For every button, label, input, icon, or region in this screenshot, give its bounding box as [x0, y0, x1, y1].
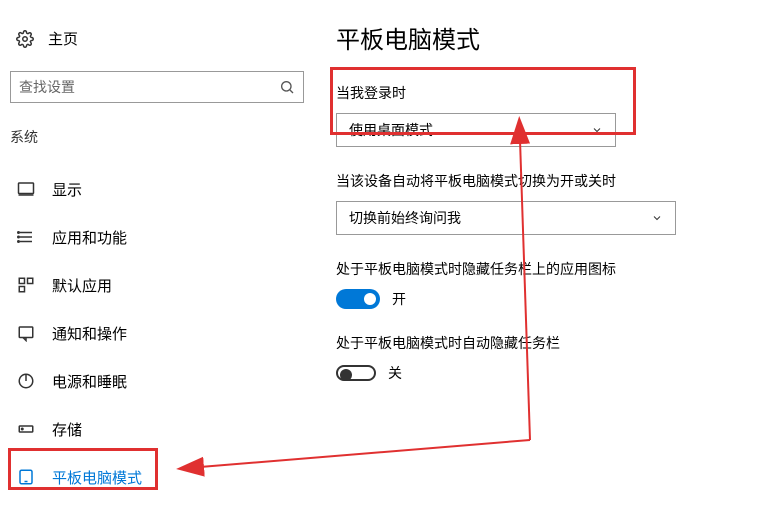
power-icon — [16, 371, 36, 391]
notification-icon — [16, 323, 36, 343]
nav-list: 显示 应用和功能 默认应用 通知和操作 电源和睡眠 — [10, 165, 310, 501]
chevron-down-icon — [651, 212, 663, 224]
tablet-icon — [16, 467, 36, 487]
nav-notifications[interactable]: 通知和操作 — [10, 309, 310, 357]
nav-storage[interactable]: 存储 — [10, 405, 310, 453]
search-field[interactable] — [19, 79, 279, 95]
setting3-label: 处于平板电脑模式时隐藏任务栏上的应用图标 — [336, 259, 746, 279]
home-label: 主页 — [48, 28, 78, 49]
hide-taskbar-toggle[interactable] — [336, 365, 376, 381]
toggle-state: 开 — [392, 289, 406, 309]
search-icon — [279, 79, 295, 95]
nav-label: 应用和功能 — [52, 227, 127, 248]
monitor-icon — [16, 179, 36, 199]
nav-power[interactable]: 电源和睡眠 — [10, 357, 310, 405]
nav-label: 默认应用 — [52, 275, 112, 296]
signin-mode-dropdown[interactable]: 使用桌面模式 — [336, 113, 616, 147]
default-apps-icon — [16, 275, 36, 295]
search-input[interactable] — [10, 71, 304, 103]
nav-label: 平板电脑模式 — [52, 467, 142, 488]
home-button[interactable]: 主页 — [10, 20, 310, 57]
setting2-label: 当该设备自动将平板电脑模式切换为开或关时 — [336, 171, 746, 191]
page-title: 平板电脑模式 — [336, 20, 746, 55]
nav-label: 电源和睡眠 — [52, 371, 127, 392]
setting4-label: 处于平板电脑模式时自动隐藏任务栏 — [336, 333, 746, 353]
storage-icon — [16, 419, 36, 439]
setting1-label: 当我登录时 — [336, 83, 746, 103]
nav-label: 存储 — [52, 419, 82, 440]
dropdown-value: 切换前始终询问我 — [349, 208, 461, 228]
nav-default-apps[interactable]: 默认应用 — [10, 261, 310, 309]
chevron-down-icon — [591, 124, 603, 136]
nav-label: 显示 — [52, 179, 82, 200]
nav-tablet-mode[interactable]: 平板电脑模式 — [10, 453, 310, 501]
apps-icon — [16, 227, 36, 247]
toggle-state: 关 — [388, 363, 402, 383]
nav-label: 通知和操作 — [52, 323, 127, 344]
nav-display[interactable]: 显示 — [10, 165, 310, 213]
section-label: 系统 — [10, 123, 310, 151]
hide-icons-toggle[interactable] — [336, 289, 380, 309]
gear-icon — [16, 30, 34, 48]
dropdown-value: 使用桌面模式 — [349, 120, 433, 140]
nav-apps[interactable]: 应用和功能 — [10, 213, 310, 261]
auto-switch-dropdown[interactable]: 切换前始终询问我 — [336, 201, 676, 235]
